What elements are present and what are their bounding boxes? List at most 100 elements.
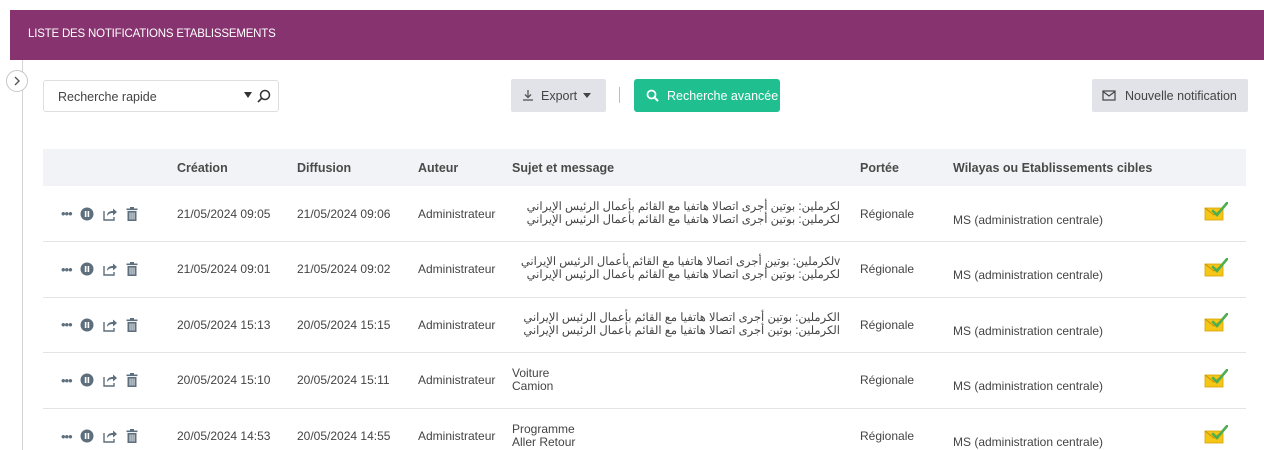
more-icon[interactable]: ••• xyxy=(61,207,73,220)
subject-text: Voiture xyxy=(512,366,550,381)
column-header-auteur[interactable]: Auteur xyxy=(408,149,502,186)
row-actions: ••• xyxy=(43,297,167,353)
envelope-check-icon[interactable] xyxy=(1204,368,1228,389)
more-icon[interactable]: ••• xyxy=(61,318,73,331)
share-icon[interactable] xyxy=(102,207,118,221)
quick-search-input[interactable]: Recherche rapide xyxy=(43,80,279,112)
cell-auteur: Administrateur xyxy=(418,373,496,388)
new-notification-label: Nouvelle notification xyxy=(1125,88,1237,103)
sidebar-rail xyxy=(22,60,23,450)
column-header-diffusion[interactable]: Diffusion xyxy=(287,149,408,186)
more-icon[interactable]: ••• xyxy=(61,430,73,443)
cell-sujet-message: الكرملين: بوتين أجرى اتصالا هاتفيا مع ال… xyxy=(502,297,850,353)
search-icon xyxy=(646,89,659,102)
envelope-check-icon[interactable] xyxy=(1204,312,1228,333)
sidebar-expand-button[interactable] xyxy=(6,70,28,92)
pause-icon[interactable] xyxy=(80,373,94,387)
cell-status xyxy=(1177,408,1246,450)
page-title: LISTE DES NOTIFICATIONS ETABLISSEMENTS xyxy=(28,28,276,40)
column-header-actions xyxy=(43,149,167,186)
cell-creation: 20/05/2024 15:13 xyxy=(177,317,271,332)
caret-down-icon[interactable] xyxy=(244,92,252,98)
cell-diffusion: 20/05/2024 15:11 xyxy=(297,373,390,388)
cell-portee: Régionale xyxy=(860,317,915,332)
cell-diffusion: 20/05/2024 14:55 xyxy=(297,429,391,443)
table-row[interactable]: ••• 21/05/2024 09:05 21/05/2024 09:06 Admin… xyxy=(43,186,1246,242)
cell-diffusion: 20/05/2024 15:15 xyxy=(297,317,391,332)
cell-cibles: MS (administration centrale) xyxy=(953,379,1104,394)
column-header-status xyxy=(1177,149,1246,186)
subject-text: الكرملين: بوتين أجرى اتصالا هاتفيا مع ال… xyxy=(523,311,840,324)
cell-diffusion: 21/05/2024 09:06 xyxy=(297,206,391,221)
cell-creation: 21/05/2024 09:01 xyxy=(177,262,271,277)
message-text: لكرملين: بوتين أجرى اتصالا هاتفيا مع الق… xyxy=(526,213,840,226)
cell-status xyxy=(1177,297,1246,353)
table-row[interactable]: ••• 21/05/2024 09:01 21/05/2024 09:02 Admin… xyxy=(43,242,1246,298)
chevron-right-icon xyxy=(14,76,20,86)
search-icon[interactable] xyxy=(256,88,272,104)
row-actions: ••• xyxy=(43,353,167,409)
cell-status xyxy=(1177,353,1246,409)
export-label: Export xyxy=(541,88,578,103)
cell-cibles: MS (administration centrale) xyxy=(953,268,1104,283)
caret-down-icon xyxy=(583,93,592,98)
more-icon[interactable]: ••• xyxy=(61,374,73,387)
trash-icon[interactable] xyxy=(126,373,138,388)
trash-icon[interactable] xyxy=(126,206,138,221)
cell-auteur: Administrateur xyxy=(418,317,496,332)
cell-status xyxy=(1177,186,1246,242)
cell-auteur: Administrateur xyxy=(418,206,496,221)
pause-icon[interactable] xyxy=(80,318,94,332)
cell-creation: 20/05/2024 15:10 xyxy=(177,373,271,388)
pause-icon[interactable] xyxy=(80,207,94,221)
share-icon[interactable] xyxy=(102,429,118,443)
trash-icon[interactable] xyxy=(126,262,138,277)
cell-portee: Régionale xyxy=(860,373,915,388)
cell-portee: Régionale xyxy=(860,206,915,221)
cell-portee: Régionale xyxy=(860,429,915,443)
row-actions: ••• xyxy=(43,408,167,450)
trash-icon[interactable] xyxy=(126,317,138,332)
cell-cibles: MS (administration centrale) xyxy=(953,435,1104,449)
new-notification-button[interactable]: Nouvelle notification xyxy=(1092,79,1248,112)
trash-icon[interactable] xyxy=(126,429,138,443)
cell-auteur: Administrateur xyxy=(418,262,496,277)
envelope-check-icon[interactable] xyxy=(1204,424,1228,445)
row-actions: ••• xyxy=(43,186,167,242)
cell-creation: 21/05/2024 09:05 xyxy=(177,206,271,221)
pause-icon[interactable] xyxy=(80,429,94,443)
share-icon[interactable] xyxy=(102,373,118,387)
column-header-cibles[interactable]: Wilayas ou Etablissements cibles xyxy=(943,149,1177,186)
download-icon xyxy=(523,90,533,101)
pause-icon[interactable] xyxy=(80,262,94,276)
table-row[interactable]: ••• 20/05/2024 15:10 20/05/2024 15:11 Admin… xyxy=(43,353,1246,409)
share-icon[interactable] xyxy=(102,262,118,276)
cell-cibles: MS (administration centrale) xyxy=(953,323,1104,338)
table-header-row: Création Diffusion Auteur Sujet et messa… xyxy=(43,149,1246,186)
message-text: الكرملين: بوتين أجرى اتصالا هاتفيا مع ال… xyxy=(523,324,840,337)
envelope-check-icon[interactable] xyxy=(1204,201,1228,222)
cell-sujet-message: Programme Aller Retour xyxy=(502,408,850,450)
table-row[interactable]: ••• 20/05/2024 15:13 20/05/2024 15:15 Admin… xyxy=(43,297,1246,353)
message-text: Aller Retour xyxy=(512,435,576,449)
page-header: LISTE DES NOTIFICATIONS ETABLISSEMENTS xyxy=(10,10,1264,60)
table-row[interactable]: ••• 20/05/2024 14:53 20/05/2024 14:55 Admin… xyxy=(43,408,1246,450)
cell-status xyxy=(1177,242,1246,298)
message-text: لكرملين: بوتين أجرى اتصالا هاتفيا مع الق… xyxy=(526,269,840,282)
row-actions: ••• xyxy=(43,242,167,298)
advanced-search-button[interactable]: Recherche avancée xyxy=(634,79,780,112)
export-button[interactable]: Export xyxy=(511,79,606,112)
column-header-creation[interactable]: Création xyxy=(167,149,287,186)
cell-portee: Régionale xyxy=(860,262,915,277)
column-header-sujet[interactable]: Sujet et message xyxy=(502,149,850,186)
envelope-icon xyxy=(1102,90,1116,101)
more-icon[interactable]: ••• xyxy=(61,263,73,276)
subject-text: لكرملين: بوتين أجرى اتصالا هاتفيا مع الق… xyxy=(526,200,840,213)
share-icon[interactable] xyxy=(102,318,118,332)
cell-diffusion: 21/05/2024 09:02 xyxy=(297,262,391,277)
column-header-portee[interactable]: Portée xyxy=(850,149,943,186)
quick-search-value: Recherche rapide xyxy=(58,90,157,104)
toolbar-divider xyxy=(619,87,620,103)
notifications-table: Création Diffusion Auteur Sujet et messa… xyxy=(43,149,1246,450)
envelope-check-icon[interactable] xyxy=(1204,257,1228,278)
